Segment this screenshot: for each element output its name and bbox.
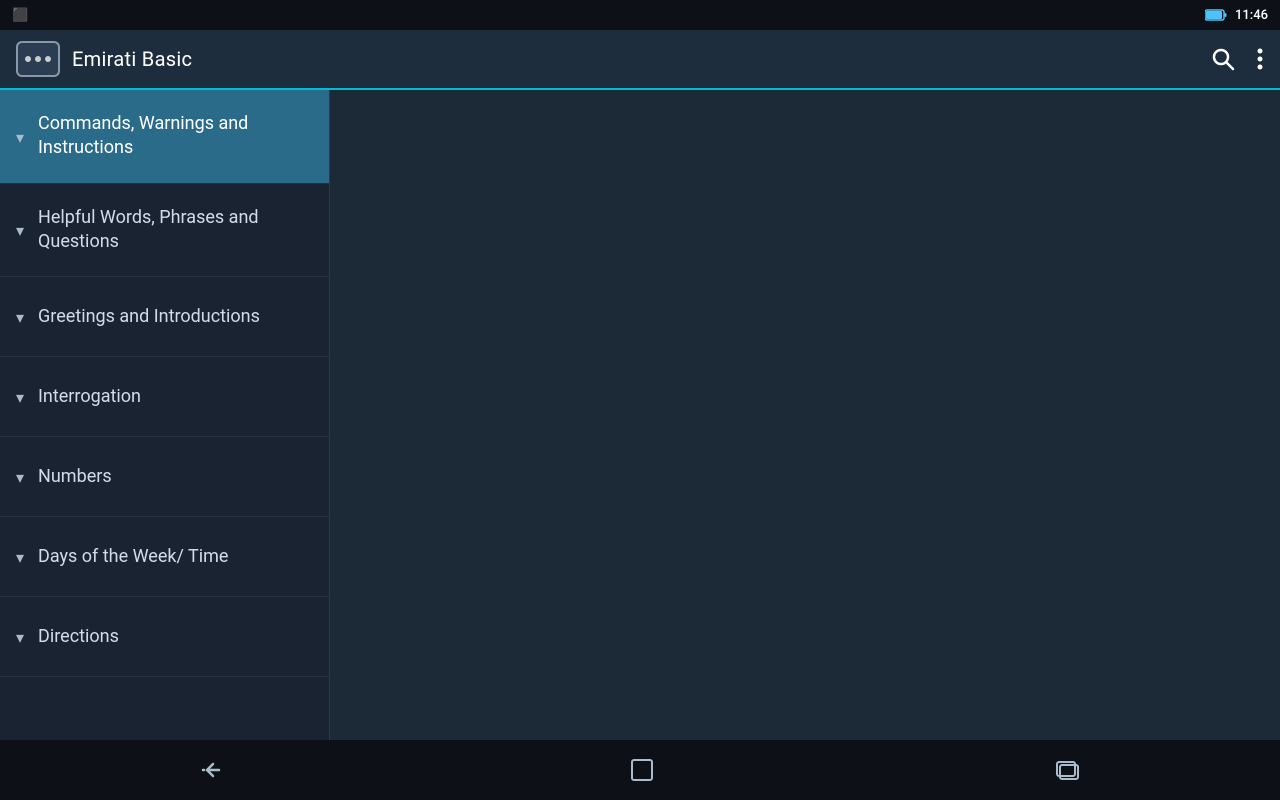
status-time: 11:46	[1235, 8, 1268, 23]
sidebar: ▾ Commands, Warnings and Instructions ▾ …	[0, 90, 330, 740]
back-button[interactable]	[169, 750, 261, 790]
chevron-down-icon: ▾	[16, 468, 24, 487]
sidebar-item-helpful[interactable]: ▾ Helpful Words, Phrases and Questions	[0, 184, 329, 278]
recents-button[interactable]	[1023, 750, 1111, 790]
main-content: ▾ Commands, Warnings and Instructions ▾ …	[0, 90, 1280, 740]
content-panel	[330, 90, 1280, 740]
sidebar-item-numbers[interactable]: ▾ Numbers	[0, 437, 329, 517]
chevron-down-icon: ▾	[16, 128, 24, 147]
dot2	[35, 56, 41, 62]
dot3	[45, 56, 51, 62]
more-options-button[interactable]	[1256, 47, 1264, 71]
chevron-down-icon: ▾	[16, 388, 24, 407]
sidebar-item-days-label: Days of the Week/ Time	[38, 545, 228, 569]
sidebar-item-days[interactable]: ▾ Days of the Week/ Time	[0, 517, 329, 597]
bottom-nav	[0, 740, 1280, 800]
chevron-down-icon: ▾	[16, 221, 24, 240]
sidebar-item-commands[interactable]: ▾ Commands, Warnings and Instructions	[0, 90, 329, 184]
sidebar-item-interrogation-label: Interrogation	[38, 385, 141, 409]
sidebar-item-numbers-label: Numbers	[38, 465, 112, 489]
sidebar-item-directions[interactable]: ▾ Directions	[0, 597, 329, 677]
search-button[interactable]	[1210, 46, 1236, 72]
chevron-down-icon: ▾	[16, 628, 24, 647]
status-bar-right: 11:46	[1205, 8, 1268, 23]
chevron-down-icon: ▾	[16, 308, 24, 327]
android-icon: ⬛	[12, 8, 28, 23]
search-icon	[1210, 46, 1236, 72]
home-icon	[628, 756, 656, 784]
sidebar-item-interrogation[interactable]: ▾ Interrogation	[0, 357, 329, 437]
sidebar-item-commands-label: Commands, Warnings and Instructions	[38, 112, 313, 161]
more-options-icon	[1256, 47, 1264, 71]
app-title: Emirati Basic	[72, 47, 192, 71]
chevron-down-icon: ▾	[16, 548, 24, 567]
sidebar-item-greetings[interactable]: ▾ Greetings and Introductions	[0, 277, 329, 357]
app-logo	[16, 41, 60, 77]
recents-icon	[1053, 758, 1081, 782]
sidebar-item-directions-label: Directions	[38, 625, 119, 649]
sidebar-item-helpful-label: Helpful Words, Phrases and Questions	[38, 206, 313, 255]
app-bar-actions	[1210, 46, 1264, 72]
dot1	[25, 56, 31, 62]
app-bar-left: Emirati Basic	[16, 41, 192, 77]
app-bar: Emirati Basic	[0, 30, 1280, 90]
sidebar-item-greetings-label: Greetings and Introductions	[38, 305, 260, 329]
back-icon	[199, 758, 231, 782]
battery-icon	[1205, 9, 1227, 21]
status-bar-left: ⬛	[12, 8, 28, 23]
status-bar: ⬛ 11:46	[0, 0, 1280, 30]
home-button[interactable]	[598, 748, 686, 792]
